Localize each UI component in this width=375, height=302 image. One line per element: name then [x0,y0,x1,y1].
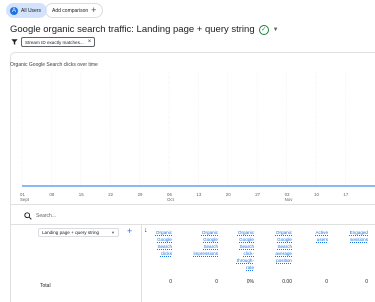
sort-descending-icon[interactable]: ↓ [144,227,148,234]
x-tick-label: 13 [196,192,202,197]
column-header-position[interactable]: Organic Google Search average position [275,229,292,264]
search-input[interactable] [36,213,116,219]
column-divider [141,224,142,302]
total-cell-position: 0.00 [282,279,292,285]
total-cell-impressions: 0 [215,279,218,285]
total-cell-ctr: 0% [246,279,254,285]
column-header-clicks[interactable]: Organic Google Search clicks [156,229,172,257]
dimension-select-label: Landing page + query string [42,230,100,235]
total-cell-active-users: 0 [325,279,328,285]
x-tick-label: 10 [314,192,319,197]
column-header-impressions[interactable]: Organic Google Search impressions [193,229,218,257]
total-row-label: Total [40,283,51,289]
x-tick-label: 15 [78,192,84,197]
add-dimension-button[interactable]: + [127,226,132,236]
search-icon [24,212,32,220]
column-header-ctr[interactable]: Organic Google Search click-through-rate [237,229,254,271]
total-cell-engaged-sessions: 0 [365,279,368,285]
x-tick-label: 06 Oct [167,192,174,202]
total-cell-clicks: 0 [169,279,172,285]
divider [11,204,375,205]
line-chart [21,72,375,187]
x-tick-label: 22 [108,192,114,197]
x-tick-label: 08 [49,192,55,197]
dropdown-arrow-icon: ▼ [111,230,115,235]
table-top-border [11,224,375,225]
x-tick-label: 29 [137,192,143,197]
x-tick-label: 20 [225,192,231,197]
column-header-active-users[interactable]: Active users [315,229,328,243]
table-search [24,212,116,220]
x-tick-label: 17 [343,192,349,197]
dimension-select[interactable]: Landing page + query string ▼ [38,228,119,237]
column-header-engaged-sessions[interactable]: Engaged sessions [350,229,368,243]
x-tick-label: 01 Sept [20,192,30,202]
x-tick-label: 03 Nov [284,192,293,202]
x-tick-label: 27 [255,192,261,197]
